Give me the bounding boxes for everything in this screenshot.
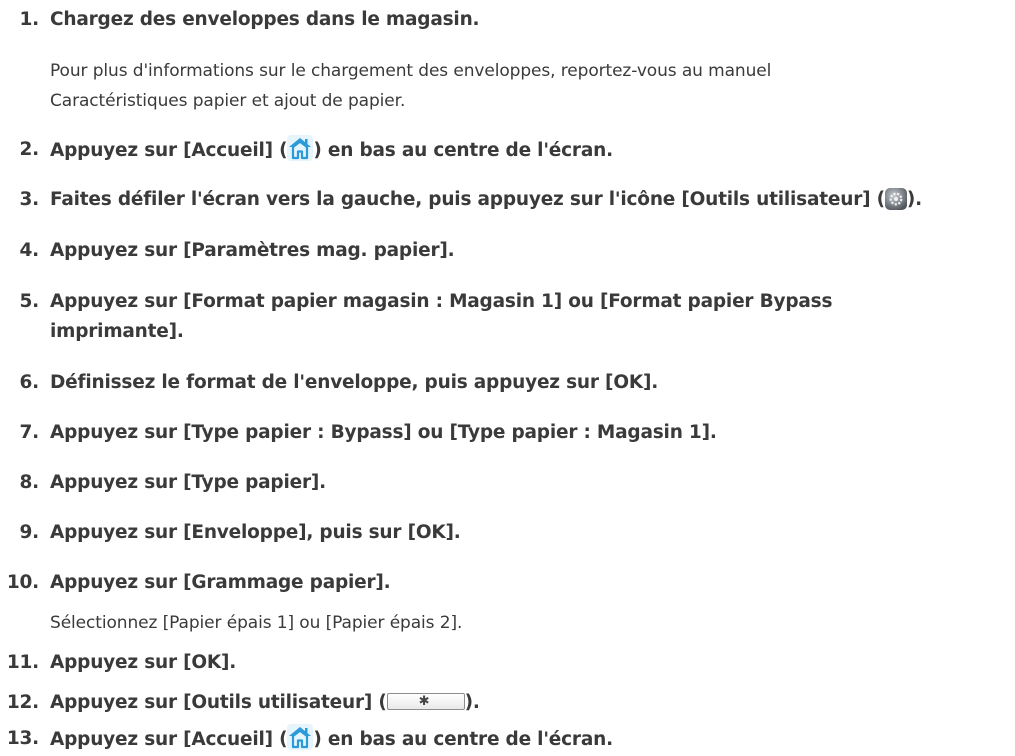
home-icon [287, 135, 314, 161]
step-text-before-icon: Appuyez sur [Outils utilisateur] ( [50, 692, 387, 713]
step-title: Appuyez sur [Outils utilisateur] ( ✱). [50, 688, 1010, 718]
step-text-before-icon: Appuyez sur [Accueil] ( [50, 729, 288, 750]
step-number: 6. [19, 372, 39, 393]
step-title: Définissez le format de l'enveloppe, pui… [50, 372, 659, 393]
user-tools-icon [884, 188, 907, 210]
step-text-after-icon: ). [464, 692, 480, 713]
step-title: Appuyez sur [Format papier magasin : Mag… [50, 291, 833, 342]
step-text-after-icon: ) en bas au centre de l'écran. [313, 140, 613, 161]
step-title: Appuyez sur [Type papier]. [50, 472, 326, 493]
step-number: 13. [6, 728, 39, 749]
step-number: 12. [6, 692, 39, 713]
step-note-line: Sélectionnez [Papier épais 1] ou [Papier… [50, 613, 463, 633]
step-text-before-icon: Faites défiler l'écran vers la gauche, p… [50, 189, 885, 210]
step-note-line: Pour plus d'informations sur le chargeme… [50, 61, 772, 81]
step-number: 4. [19, 240, 39, 261]
step-title: Faites défiler l'écran vers la gauche, p… [50, 185, 1010, 215]
step-title: Appuyez sur [Accueil] ( ) en bas au cent… [50, 135, 1010, 166]
home-icon [287, 724, 314, 750]
step-note-line: Caractéristiques papier et ajout de papi… [50, 91, 406, 111]
step-title: Chargez des enveloppes dans le magasin. [50, 9, 480, 30]
step-title: Appuyez sur [Enveloppe], puis sur [OK]. [50, 522, 461, 543]
gear-icon: ✱ [418, 694, 430, 709]
step-title: Appuyez sur [Type papier : Bypass] ou [T… [50, 422, 717, 443]
step-number: 5. [19, 291, 39, 312]
step-title: Appuyez sur [Grammage papier]. [50, 572, 391, 593]
step-text-after-icon: ). [906, 189, 922, 210]
step-number: 8. [19, 472, 39, 493]
step-number: 9. [19, 522, 39, 543]
step-number: 3. [19, 189, 39, 210]
step-text-after-icon: ) en bas au centre de l'écran. [313, 729, 613, 750]
step-title: Appuyez sur [Accueil] ( ) en bas au cent… [50, 724, 1010, 755]
step-number: 7. [19, 422, 39, 443]
step-text-before-icon: Appuyez sur [Accueil] ( [50, 140, 288, 161]
step-number: 10. [6, 572, 39, 593]
step-number: 1. [19, 9, 39, 30]
step-number: 11. [6, 652, 39, 673]
step-number: 2. [19, 139, 39, 160]
step-title: Appuyez sur [OK]. [50, 652, 237, 673]
step-title: Appuyez sur [Paramètres mag. papier]. [50, 240, 455, 261]
user-tools-key-icon: ✱ [386, 693, 465, 710]
